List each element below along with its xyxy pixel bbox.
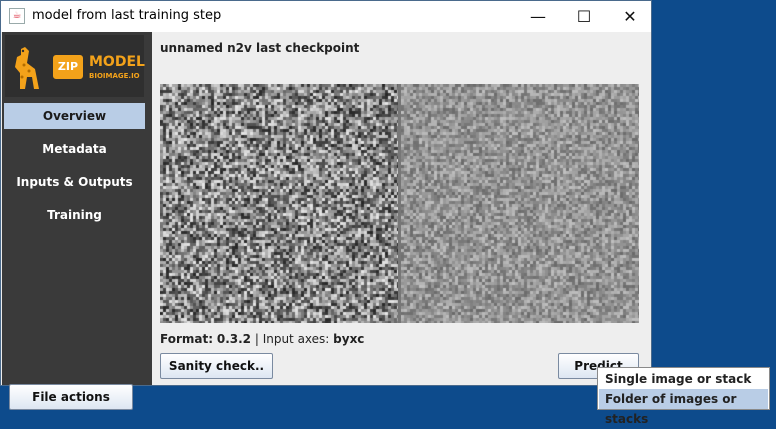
output-image-preview <box>401 84 639 323</box>
file-actions-button[interactable]: File actions <box>9 384 133 410</box>
format-label: Format: <box>160 332 214 346</box>
giraffe-icon <box>15 47 39 89</box>
format-value: 0.3.2 <box>216 332 252 346</box>
sanity-check-button[interactable]: Sanity check.. <box>160 353 273 379</box>
nav-metadata[interactable]: Metadata <box>4 136 145 162</box>
format-info: Format: 0.3.2 | Input axes: byxc <box>160 332 364 346</box>
java-app-icon: ☕ <box>9 8 25 24</box>
sidebar: ZIP MODEL BIOIMAGE.IO Overview Metadata … <box>2 32 152 410</box>
menu-item-folder-images[interactable]: Folder of images or stacks <box>599 389 768 426</box>
app-window: ☕ model from last training step — ☐ ✕ ZI… <box>0 0 652 410</box>
nav-training[interactable]: Training <box>4 202 145 228</box>
bioimage-model-zoo-logo: ZIP MODEL BIOIMAGE.IO <box>5 35 145 97</box>
nav-inputs-outputs[interactable]: Inputs & Outputs <box>4 169 145 195</box>
minimize-button[interactable]: — <box>515 1 561 32</box>
model-name: unnamed n2v last checkpoint <box>160 41 360 55</box>
axes-value: byxc <box>333 332 365 346</box>
axes-label: | Input axes: <box>251 332 334 346</box>
logo-subtitle: BIOIMAGE.IO <box>89 72 140 80</box>
close-button[interactable]: ✕ <box>607 1 653 32</box>
logo-model-text: MODEL <box>89 54 145 70</box>
nav-overview[interactable]: Overview <box>4 103 145 129</box>
zip-badge: ZIP <box>53 55 83 79</box>
window-title: model from last training step <box>32 8 222 23</box>
image-preview-panel <box>160 84 639 323</box>
title-bar[interactable]: ☕ model from last training step — ☐ ✕ <box>1 1 651 32</box>
input-image-preview <box>160 84 398 323</box>
maximize-button[interactable]: ☐ <box>561 1 607 32</box>
menu-item-single-image[interactable]: Single image or stack <box>599 369 768 389</box>
predict-popup-menu: Single image or stack Folder of images o… <box>597 367 770 426</box>
